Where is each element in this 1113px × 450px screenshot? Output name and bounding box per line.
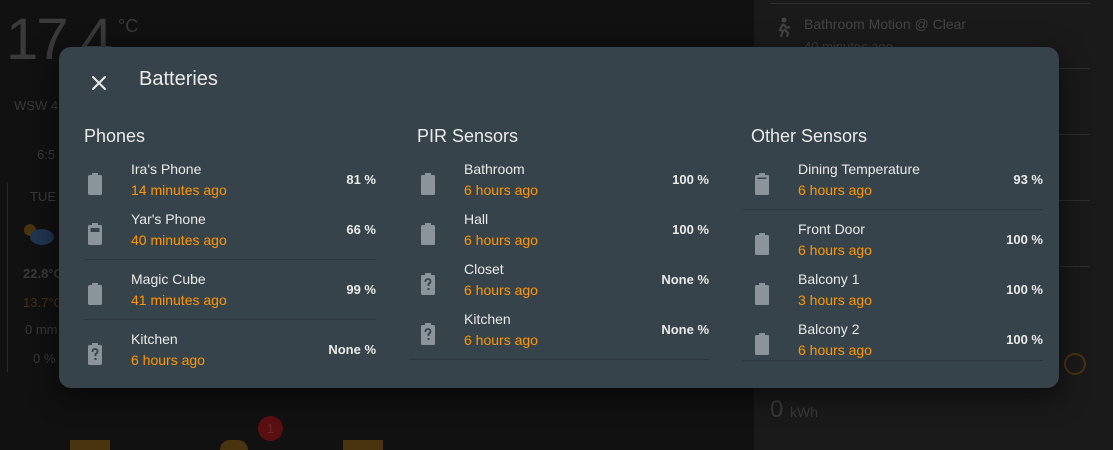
battery-icon [84, 169, 106, 199]
background-row-divider [770, 3, 1090, 4]
battery-last-changed: 6 hours ago [131, 352, 205, 368]
column-other-sensors: Other Sensors Dining Temperature 6 hours… [743, 125, 1043, 361]
battery-name: Closet [464, 261, 504, 277]
battery-level: 99 % [346, 282, 376, 297]
background-bottom-icon [70, 440, 110, 450]
battery-row[interactable]: Balcony 1 3 hours ago 100 % [751, 260, 1043, 310]
battery-level: 81 % [346, 172, 376, 187]
battery-icon [84, 219, 106, 249]
background-energy: 0 kWh [770, 396, 819, 423]
dialog-title: Batteries [139, 68, 218, 90]
background-bottom-icon [343, 440, 383, 450]
battery-level: 100 % [672, 222, 709, 237]
background-time: 6:5 [37, 147, 56, 162]
battery-name: Yar's Phone [131, 211, 206, 227]
battery-name: Kitchen [464, 311, 511, 327]
battery-name: Ira's Phone [131, 161, 202, 177]
battery-icon [751, 169, 773, 199]
battery-last-changed: 6 hours ago [798, 342, 872, 358]
battery-level: None % [328, 342, 376, 357]
batteries-dialog: Batteries Phones Ira's Phone 14 minutes … [59, 47, 1059, 388]
battery-name: Hall [464, 211, 489, 227]
background-wind: WSW 4 [14, 98, 59, 113]
notification-badge: 1 [258, 416, 283, 441]
battery-last-changed: 6 hours ago [464, 332, 538, 348]
column-pir-sensors: PIR Sensors Bathroom 6 hours ago 100 % H… [409, 125, 709, 360]
battery-name: Balcony 1 [798, 271, 860, 287]
battery-level: 100 % [1006, 332, 1043, 347]
battery-row[interactable]: Kitchen 6 hours ago None % [84, 320, 376, 379]
battery-icon [417, 219, 439, 249]
battery-row[interactable]: Front Door 6 hours ago 100 % [751, 210, 1043, 260]
battery-icon [751, 229, 773, 259]
battery-level: None % [661, 272, 709, 287]
battery-level: 100 % [1006, 282, 1043, 297]
close-icon [92, 76, 106, 90]
column-title: PIR Sensors [417, 126, 519, 146]
battery-row[interactable]: Balcony 2 6 hours ago 100 % [751, 310, 1043, 360]
battery-last-changed: 6 hours ago [464, 232, 538, 248]
background-forecast-high: 22.8°C [23, 266, 63, 281]
battery-unknown-icon [417, 269, 439, 299]
battery-last-changed: 6 hours ago [464, 282, 538, 298]
battery-row[interactable]: Bathroom 6 hours ago 100 % [417, 159, 709, 209]
row-divider [409, 359, 709, 360]
battery-name: Magic Cube [131, 271, 206, 287]
battery-row[interactable]: Ira's Phone 14 minutes ago 81 % [84, 159, 376, 209]
battery-unknown-icon [417, 319, 439, 349]
close-button[interactable] [85, 69, 113, 97]
battery-name: Balcony 2 [798, 321, 860, 337]
battery-row[interactable]: Yar's Phone 40 minutes ago 66 % [84, 209, 376, 259]
background-divider [7, 182, 8, 372]
battery-row[interactable]: Hall 6 hours ago 100 % [417, 209, 709, 259]
motion-sensor-icon [778, 17, 791, 38]
battery-icon [751, 329, 773, 359]
battery-row[interactable]: Magic Cube 41 minutes ago 99 % [84, 260, 376, 319]
battery-last-changed: 3 hours ago [798, 292, 872, 308]
background-forecast-rain: 0 mm [25, 322, 58, 337]
battery-name: Kitchen [131, 331, 178, 347]
battery-level: None % [661, 322, 709, 337]
background-motion-label: Bathroom Motion @ Clear [804, 16, 967, 32]
battery-level: 66 % [346, 222, 376, 237]
background-forecast-precip: 0 % [33, 351, 56, 366]
lightning-bolt-icon [1064, 353, 1086, 375]
background-bottom-icon [220, 440, 248, 450]
column-title: Other Sensors [751, 126, 868, 146]
column-title: Phones [84, 126, 146, 146]
battery-icon [417, 169, 439, 199]
partly-cloudy-icon [24, 224, 54, 245]
battery-level: 100 % [672, 172, 709, 187]
battery-icon [751, 279, 773, 309]
battery-unknown-icon [84, 339, 106, 369]
battery-icon [84, 279, 106, 309]
battery-row[interactable]: Dining Temperature 6 hours ago 93 % [751, 159, 1043, 209]
battery-level: 100 % [1006, 232, 1043, 247]
column-phones: Phones Ira's Phone 14 minutes ago 81 % Y… [84, 125, 376, 379]
background-forecast-day: TUE [30, 189, 56, 204]
battery-name: Front Door [798, 221, 865, 237]
battery-name: Bathroom [464, 161, 525, 177]
battery-row[interactable]: Closet 6 hours ago None % [417, 259, 709, 309]
battery-last-changed: 6 hours ago [798, 242, 872, 258]
battery-row[interactable]: Kitchen 6 hours ago None % [417, 309, 709, 359]
row-divider [743, 360, 1043, 361]
background-temp-unit: °C [118, 16, 139, 36]
battery-last-changed: 41 minutes ago [131, 292, 227, 308]
battery-last-changed: 6 hours ago [798, 182, 872, 198]
battery-level: 93 % [1013, 172, 1043, 187]
battery-last-changed: 40 minutes ago [131, 232, 227, 248]
battery-name: Dining Temperature [798, 161, 920, 177]
background-forecast-low: 13.7°C [23, 295, 63, 310]
battery-last-changed: 14 minutes ago [131, 182, 227, 198]
battery-last-changed: 6 hours ago [464, 182, 538, 198]
